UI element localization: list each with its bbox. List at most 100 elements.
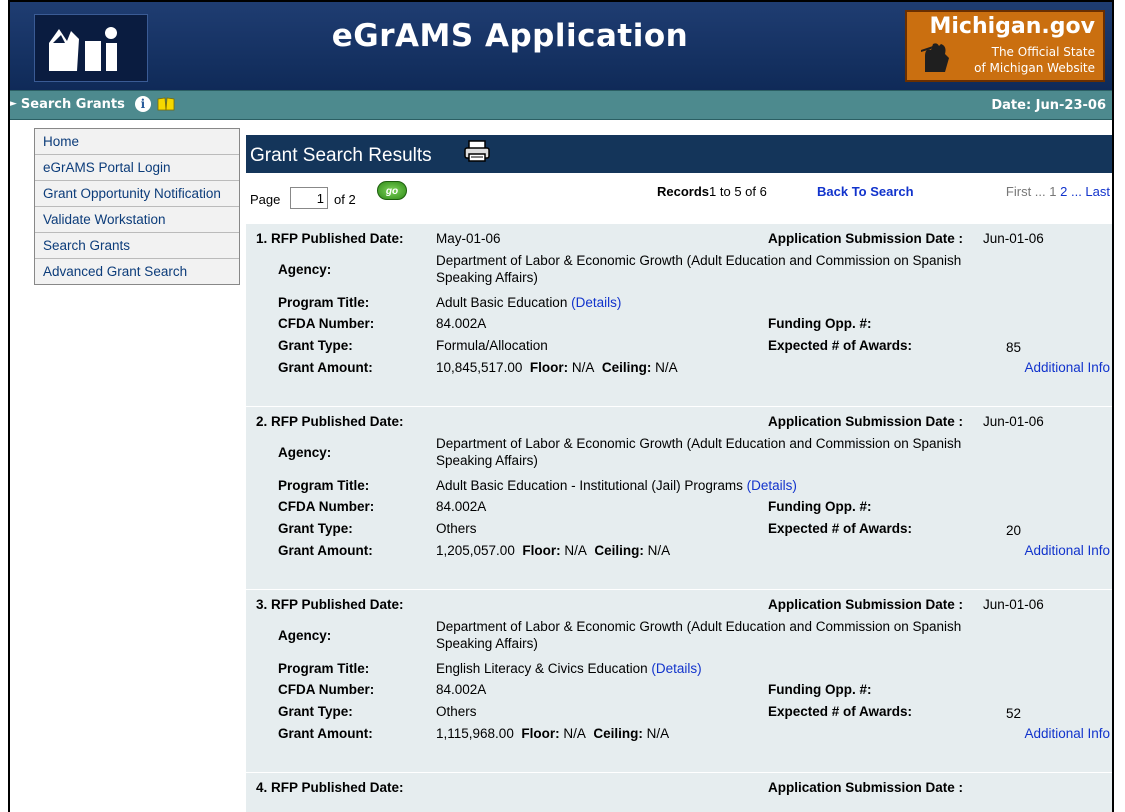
current-date: Date: Jun-23-06 (991, 98, 1106, 113)
grant-type-value: Formula/Allocation (436, 338, 548, 353)
floor-value: N/A (564, 543, 587, 558)
rfp-date-label: RFP Published Date: (271, 231, 404, 246)
amount-number: 1,115,968.00 (436, 726, 514, 741)
arrow-right-icon: ► (10, 99, 17, 109)
sidebar-item-advanced-search[interactable]: Advanced Grant Search (35, 259, 239, 284)
michigan-gov-badge[interactable]: Michigan.gov The Official State of Michi… (905, 10, 1105, 82)
agency-line-1: Department of Labor & Economic Growth (A… (436, 619, 962, 634)
sidebar-item-search-grants[interactable]: Search Grants (35, 233, 239, 259)
sidebar-menu: Home eGrAMS Portal Login Grant Opportuni… (34, 128, 240, 285)
details-link[interactable]: (Details) (651, 661, 701, 676)
amount-number: 1,205,057.00 (436, 543, 515, 558)
grant-record: 3. RFP Published Date: Application Submi… (246, 589, 1112, 772)
sidebar-item-validate-workstation[interactable]: Validate Workstation (35, 207, 239, 233)
pager-last[interactable]: ... Last (1071, 184, 1110, 199)
page-label: Page (250, 192, 281, 207)
records-label: Records (657, 184, 710, 199)
page-number-input[interactable] (290, 187, 328, 209)
agency-label: Agency: (278, 445, 332, 460)
records-range: 1 to 5 of 6 (709, 184, 767, 199)
pagination-bar: Page of 2 go Records1 to 5 of 6 Back To … (246, 180, 1112, 214)
pager-page-1[interactable]: 1 (1049, 184, 1056, 199)
agency-line-1: Department of Labor & Economic Growth (A… (436, 253, 962, 268)
brand-name: Michigan.gov (929, 14, 1096, 39)
amount-value: 10,845,517.00 Floor: N/A Ceiling: N/A (436, 360, 678, 375)
browser-page: eGrAMS Application Michigan.gov The Offi… (8, 0, 1114, 812)
program-title-text: Adult Basic Education (436, 295, 568, 310)
info-icon[interactable]: i (134, 96, 151, 112)
additional-info-link[interactable]: Additional Info (1024, 726, 1110, 741)
ceiling-value: N/A (655, 360, 678, 375)
page-title: Grant Search Results (250, 145, 432, 166)
additional-info-link[interactable]: Additional Info (1024, 543, 1110, 558)
rfp-date-label: RFP Published Date: (271, 597, 404, 612)
section-navbar: ► Search Grants i Date: Jun-23-06 (10, 90, 1112, 120)
pager-links: First ... 1 2 ... Last (1006, 184, 1110, 199)
pager-page-2[interactable]: 2 (1060, 184, 1067, 199)
sidebar-item-home[interactable]: Home (35, 129, 239, 155)
app-date-value: Jun-01-06 (983, 414, 1044, 429)
details-link[interactable]: (Details) (747, 478, 797, 493)
rfp-date-label: RFP Published Date: (271, 414, 404, 429)
program-label: Program Title: (278, 661, 370, 676)
cfda-value: 84.002A (436, 682, 487, 697)
program-label: Program Title: (278, 295, 370, 310)
amount-label: Grant Amount: (278, 360, 373, 375)
awards-label: Expected # of Awards: (768, 338, 913, 353)
cfda-label: CFDA Number: (278, 499, 375, 514)
cfda-label: CFDA Number: (278, 316, 375, 331)
amount-number: 10,845,517.00 (436, 360, 523, 375)
record-number-rfp-label: 2. RFP Published Date: (256, 414, 404, 429)
brand-tagline-2: of Michigan Website (974, 61, 1095, 75)
back-to-search-link[interactable]: Back To Search (817, 184, 914, 199)
funding-label: Funding Opp. #: (768, 316, 872, 331)
app-title: eGrAMS Application (331, 18, 689, 54)
sidebar-item-grant-notification[interactable]: Grant Opportunity Notification (35, 181, 239, 207)
app-date-label: Application Submission Date : (768, 231, 964, 246)
ceiling-label: Ceiling: (593, 726, 643, 741)
agency-label: Agency: (278, 628, 332, 643)
cfda-value: 84.002A (436, 316, 487, 331)
app-date-value: Jun-01-06 (983, 231, 1044, 246)
agency-label: Agency: (278, 262, 332, 277)
details-link[interactable]: (Details) (571, 295, 621, 310)
grant-record: 2. RFP Published Date: Application Submi… (246, 406, 1112, 589)
record-number: 3. (256, 597, 268, 612)
sidebar-item-portal-login[interactable]: eGrAMS Portal Login (35, 155, 239, 181)
awards-label: Expected # of Awards: (768, 521, 913, 536)
record-number: 4. (256, 780, 268, 795)
grant-type-label: Grant Type: (278, 704, 353, 719)
records-summary: Records1 to 5 of 6 (657, 184, 767, 199)
pager-first[interactable]: First ... (1006, 184, 1049, 199)
record-number-rfp-label: 1. RFP Published Date: (256, 231, 404, 246)
printer-icon[interactable] (463, 139, 491, 163)
funding-label: Funding Opp. #: (768, 682, 872, 697)
app-date-label: Application Submission Date : (768, 414, 964, 429)
section-breadcrumb: ► Search Grants i (10, 96, 175, 112)
page-count-label: of 2 (334, 192, 356, 207)
app-date-label: Application Submission Date : (768, 597, 964, 612)
amount-label: Grant Amount: (278, 726, 373, 741)
grant-record: 1. RFP Published Date: May-01-06 Applica… (246, 223, 1112, 406)
awards-value: 20 (1006, 523, 1022, 538)
ceiling-label: Ceiling: (594, 543, 644, 558)
section-title: Search Grants (20, 96, 125, 112)
ceiling-value: N/A (647, 543, 671, 558)
program-title: English Literacy & Civics Education (Det… (436, 661, 702, 676)
grant-record: 4. RFP Published Date: Application Submi… (246, 772, 1112, 812)
help-book-icon[interactable] (157, 97, 175, 111)
floor-label: Floor: (521, 726, 560, 741)
grant-type-value: Others (436, 704, 477, 719)
amount-label: Grant Amount: (278, 543, 373, 558)
rfp-date-label: RFP Published Date: (271, 780, 404, 795)
results-header: Grant Search Results (246, 135, 1112, 173)
awards-value: 85 (1006, 340, 1022, 355)
floor-label: Floor: (529, 360, 569, 375)
awards-label: Expected # of Awards: (768, 704, 913, 719)
app-date-label: Application Submission Date : (768, 780, 964, 795)
agency-line-2: Speaking Affairs) (436, 270, 538, 285)
additional-info-link[interactable]: Additional Info (1024, 360, 1110, 375)
floor-value: N/A (563, 726, 586, 741)
floor-label: Floor: (522, 543, 561, 558)
go-button[interactable]: go (377, 181, 407, 200)
